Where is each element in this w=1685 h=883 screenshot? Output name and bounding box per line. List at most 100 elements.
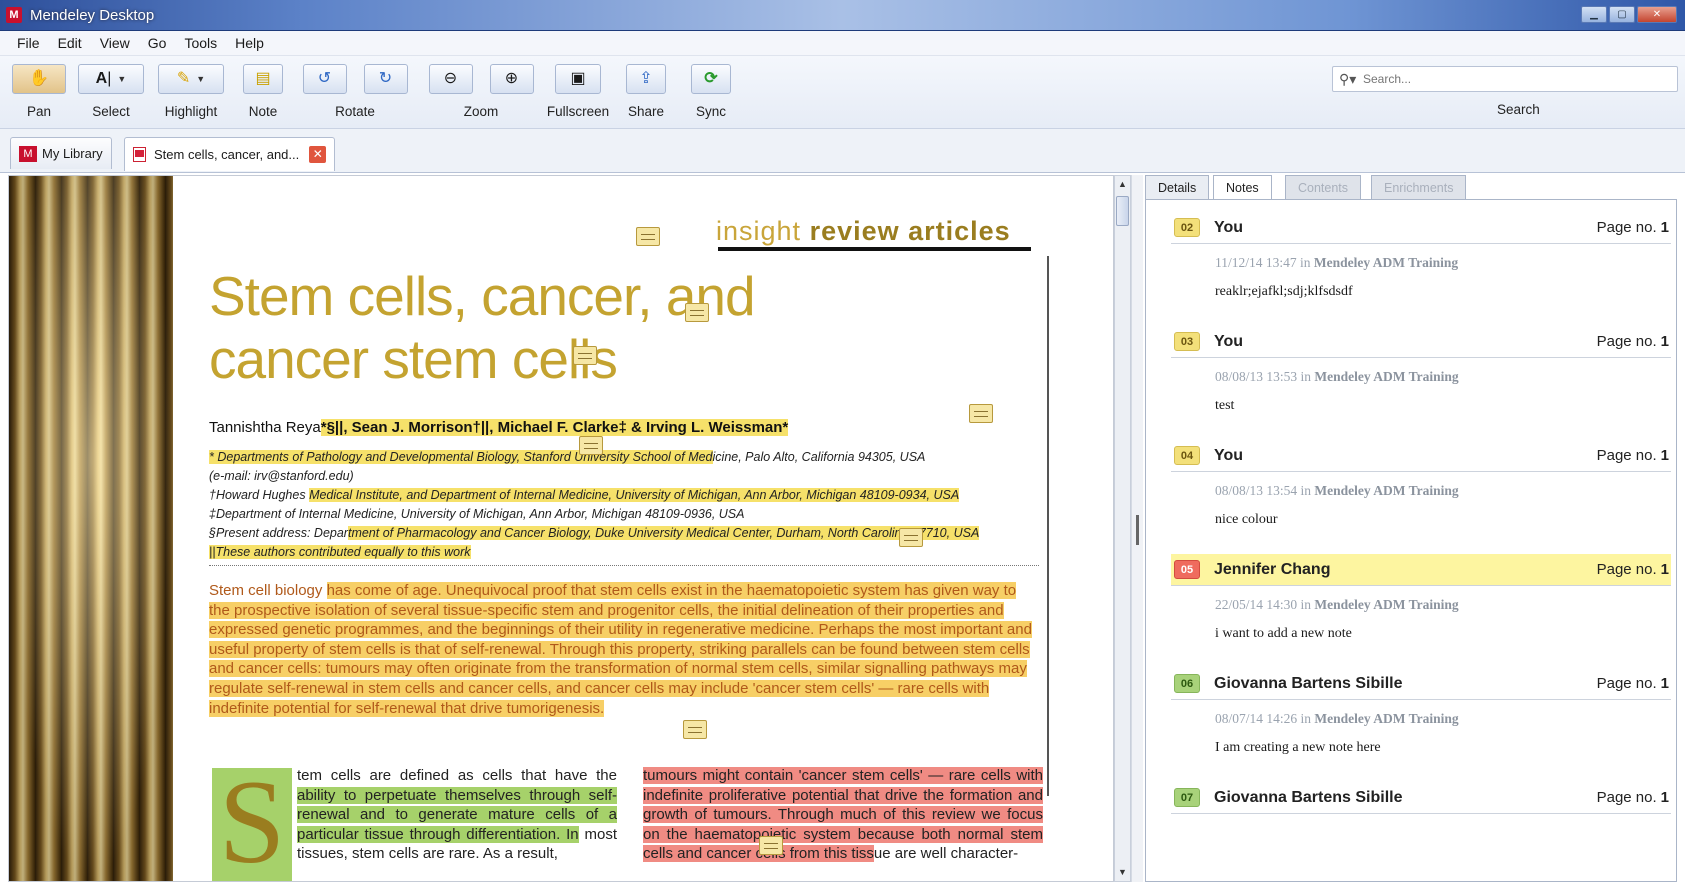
chevron-down-icon[interactable]: ▼	[117, 74, 126, 84]
tab-notes[interactable]: Notes	[1213, 175, 1272, 201]
pdf-viewer[interactable]: insight review articles Stem cells, canc…	[8, 175, 1114, 882]
pan-button[interactable]: ✋	[12, 64, 66, 94]
note-header: 06 Giovanna Bartens Sibille Page no. 1	[1171, 668, 1671, 700]
share-icon: ⇪	[639, 70, 653, 87]
note-marker-icon[interactable]	[969, 404, 993, 423]
affiliation-1-highlight[interactable]: * Departments of Pathology and Developme…	[209, 450, 713, 464]
affiliation-4-highlight[interactable]: tment of Pharmacology and Cancer Biology…	[347, 526, 980, 540]
close-tab-icon[interactable]: ✕	[309, 146, 327, 163]
note-item[interactable]: 07 Giovanna Bartens Sibille Page no. 1	[1171, 782, 1671, 814]
note-page-label: Page no.	[1596, 219, 1657, 236]
search-input[interactable]	[1363, 70, 1663, 88]
note-page-number: 1	[1660, 333, 1669, 350]
highlight-tool[interactable]: ✎ ▼ Highlight	[158, 64, 224, 119]
note-text[interactable]: I am creating a new note here	[1215, 740, 1671, 756]
menu-tools[interactable]: Tools	[175, 35, 226, 51]
note-page: Page no. 1	[1597, 219, 1669, 236]
note-page: Page no. 1	[1597, 447, 1669, 464]
note-group: Mendeley ADM Training	[1313, 255, 1459, 270]
tab-document[interactable]: Stem cells, cancer, and... ✕	[124, 137, 336, 171]
note-author: You	[1214, 218, 1244, 236]
note-item[interactable]: 06 Giovanna Bartens Sibille Page no. 1 08…	[1171, 668, 1671, 756]
affiliations: * Departments of Pathology and Developme…	[209, 448, 1009, 562]
note-item[interactable]: 02 You Page no. 1 11/12/14 13:47 in Mende…	[1171, 212, 1671, 300]
note-marker-icon[interactable]	[683, 720, 707, 739]
note-tool[interactable]: ▤ Note	[240, 64, 286, 119]
close-button[interactable]: ✕	[1637, 6, 1677, 23]
note-marker-icon[interactable]	[579, 436, 603, 455]
tab-my-library[interactable]: M My Library	[10, 137, 112, 169]
menu-view[interactable]: View	[91, 35, 139, 51]
note-header: 05 Jennifer Chang Page no. 1	[1171, 554, 1671, 586]
search-box[interactable]: ⚲▾	[1332, 66, 1678, 92]
rotate-left-button[interactable]: ↺	[302, 64, 347, 94]
note-text[interactable]: i want to add a new note	[1215, 626, 1671, 642]
col-left-highlight[interactable]: ability to perpetuate themselves through…	[297, 786, 617, 843]
viewer-scrollbar[interactable]: ▲ ▼	[1114, 175, 1131, 882]
affiliation-4: §Present address: Department of Pharmaco…	[209, 524, 1009, 543]
note-timestamp: 08/07/14 14:26	[1215, 711, 1298, 726]
chevron-down-icon[interactable]: ▼	[196, 74, 205, 84]
note-marker-icon[interactable]	[899, 528, 923, 547]
affiliation-3: ‡Department of Internal Medicine, Univer…	[209, 507, 745, 521]
note-text[interactable]: test	[1215, 398, 1671, 414]
fullscreen-tool[interactable]: ▣ Fullscreen	[546, 64, 610, 119]
menu-file[interactable]: File	[8, 35, 49, 51]
note-marker-icon[interactable]	[636, 227, 660, 246]
menu-help[interactable]: Help	[226, 35, 273, 51]
share-tool[interactable]: ⇪ Share	[622, 64, 670, 119]
affiliation-2-start: †Howard Hughes	[209, 488, 310, 502]
note-text[interactable]: reaklr;ejafkl;sdj;klfsdsdf	[1215, 284, 1671, 300]
tab-contents[interactable]: Contents	[1285, 175, 1362, 200]
note-timestamp: 22/05/14 14:30	[1215, 597, 1298, 612]
pdf-icon	[133, 147, 146, 162]
menu-go[interactable]: Go	[139, 35, 176, 51]
note-page: Page no. 1	[1597, 675, 1669, 692]
note-item-selected[interactable]: 05 Jennifer Chang Page no. 1 22/05/14 14:…	[1171, 554, 1671, 642]
sync-button[interactable]: ⟳	[691, 64, 731, 94]
note-item[interactable]: 03 You Page no. 1 08/08/13 13:53 in Mende…	[1171, 326, 1671, 414]
tab-enrichments[interactable]: Enrichments	[1371, 175, 1467, 200]
rotate-right-button[interactable]: ↻	[363, 64, 408, 94]
affiliation-5-highlight[interactable]: ||These authors contributed equally to t…	[209, 545, 471, 559]
sync-label: Sync	[695, 104, 726, 119]
panel-splitter[interactable]	[1131, 175, 1143, 882]
author-rest-highlight[interactable]: *§||, Sean J. Morrison†||, Michael F. Cl…	[320, 419, 789, 436]
note-text[interactable]: nice colour	[1215, 512, 1671, 528]
menu-edit[interactable]: Edit	[49, 35, 91, 51]
minimize-button[interactable]: ▁	[1581, 6, 1607, 23]
rotate-buttons: ↺ ↻	[300, 64, 410, 94]
note-header: 03 You Page no. 1	[1171, 326, 1671, 358]
note-page-label: Page no.	[1596, 447, 1657, 464]
select-tool[interactable]: A| ▼ Select	[78, 64, 144, 119]
scroll-down-icon[interactable]: ▼	[1115, 864, 1130, 881]
tab-document-label: Stem cells, cancer, and...	[154, 147, 300, 162]
rotate-label: Rotate	[335, 104, 375, 119]
splitter-grip[interactable]	[1136, 515, 1139, 545]
maximize-button[interactable]: ▢	[1609, 6, 1635, 23]
window-controls: ▁ ▢ ✕	[1581, 6, 1677, 23]
brand-bold: review articles	[809, 216, 1011, 246]
affiliation-2-highlight[interactable]: Medical Institute, and Department of Int…	[309, 488, 960, 502]
abstract-highlight[interactable]: has come of age. Unequivocal proof that …	[209, 582, 1032, 717]
sticky-note-icon: ▤	[255, 70, 271, 87]
pan-tool[interactable]: ✋ Pan	[12, 64, 66, 119]
scroll-thumb[interactable]	[1116, 196, 1129, 226]
zoom-out-button[interactable]: ⊖	[428, 64, 473, 94]
scroll-up-icon[interactable]: ▲	[1115, 176, 1130, 193]
note-marker-icon[interactable]	[685, 303, 709, 322]
select-button[interactable]: A| ▼	[78, 64, 144, 94]
tab-details[interactable]: Details	[1145, 175, 1210, 200]
note-item[interactable]: 04 You Page no. 1 08/08/13 13:54 in Mende…	[1171, 440, 1671, 528]
zoom-in-button[interactable]: ⊕	[489, 64, 534, 94]
note-button[interactable]: ▤	[243, 64, 283, 94]
note-meta-in: in	[1300, 483, 1312, 498]
sync-tool[interactable]: ⟳ Sync	[690, 64, 732, 119]
note-marker-icon[interactable]	[573, 346, 597, 365]
fullscreen-button[interactable]: ▣	[555, 64, 601, 94]
affiliation-4-start: §Present address: Depar	[209, 526, 348, 540]
note-marker-icon[interactable]	[759, 836, 783, 855]
highlight-button[interactable]: ✎ ▼	[158, 64, 224, 94]
note-page-number: 1	[1660, 219, 1669, 236]
share-button[interactable]: ⇪	[626, 64, 666, 94]
